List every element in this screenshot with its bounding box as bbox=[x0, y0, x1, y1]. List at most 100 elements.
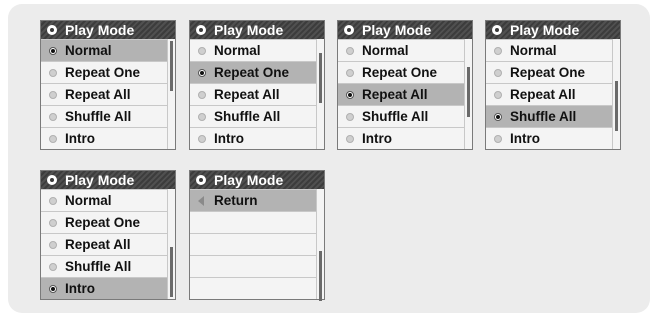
menu-item-normal[interactable]: Normal bbox=[486, 39, 612, 61]
menu-item-intro[interactable]: Intro bbox=[41, 277, 167, 299]
radio-icon bbox=[346, 47, 354, 55]
play-mode-menu-repeat-all: Play Mode Normal Repeat One Repeat All S… bbox=[337, 20, 473, 150]
back-arrow-icon bbox=[198, 196, 204, 206]
menu-item-shuffle-all[interactable]: Shuffle All bbox=[486, 105, 612, 127]
menu-item-shuffle-all[interactable]: Shuffle All bbox=[41, 105, 167, 127]
menu-item-repeat-all[interactable]: Repeat All bbox=[486, 83, 612, 105]
menu-item-repeat-all[interactable]: Repeat All bbox=[41, 233, 167, 255]
radio-icon bbox=[494, 69, 502, 77]
menu-item-normal[interactable]: Normal bbox=[41, 189, 167, 211]
radio-icon bbox=[49, 241, 57, 249]
menu-header: Play Mode bbox=[190, 21, 324, 39]
menu-item-label: Repeat One bbox=[510, 65, 586, 80]
menu-item-label: Shuffle All bbox=[362, 109, 429, 124]
menu-item-label: Intro bbox=[362, 131, 392, 146]
radio-selected-icon bbox=[494, 113, 502, 121]
settings-icon bbox=[47, 25, 57, 35]
menu-item-label: Shuffle All bbox=[65, 109, 132, 124]
menu-title: Play Mode bbox=[214, 172, 284, 188]
radio-icon bbox=[346, 135, 354, 143]
radio-icon bbox=[198, 113, 206, 121]
play-mode-menu-normal: Play Mode Normal Repeat One Repeat All S… bbox=[40, 20, 176, 150]
scrollbar-thumb[interactable] bbox=[319, 251, 322, 301]
radio-icon bbox=[198, 135, 206, 143]
menu-title: Play Mode bbox=[362, 22, 432, 38]
menu-item-label: Normal bbox=[65, 193, 112, 208]
scrollbar[interactable] bbox=[167, 189, 175, 299]
menu-item-repeat-one[interactable]: Repeat One bbox=[41, 211, 167, 233]
menu-title: Play Mode bbox=[510, 22, 580, 38]
menu-item-repeat-one[interactable]: Repeat One bbox=[338, 61, 464, 83]
radio-selected-icon bbox=[49, 47, 57, 55]
menu-item-normal[interactable]: Normal bbox=[41, 39, 167, 61]
radio-icon bbox=[49, 113, 57, 121]
menu-item-repeat-one[interactable]: Repeat One bbox=[41, 61, 167, 83]
empty-row bbox=[190, 277, 316, 299]
scrollbar-thumb[interactable] bbox=[170, 247, 173, 297]
scrollbar[interactable] bbox=[316, 189, 324, 301]
settings-icon bbox=[344, 25, 354, 35]
play-mode-menu-repeat-one: Play Mode Normal Repeat One Repeat All S… bbox=[189, 20, 325, 150]
radio-icon bbox=[494, 135, 502, 143]
scrollbar[interactable] bbox=[316, 39, 324, 149]
menu-item-repeat-all[interactable]: Repeat All bbox=[41, 83, 167, 105]
menu-item-label: Repeat All bbox=[65, 237, 131, 252]
scrollbar-thumb[interactable] bbox=[615, 81, 618, 131]
menu-item-label: Repeat One bbox=[362, 65, 438, 80]
scrollbar-thumb[interactable] bbox=[319, 53, 322, 103]
radio-selected-icon bbox=[346, 91, 354, 99]
menu-item-label: Intro bbox=[65, 131, 95, 146]
menu-header: Play Mode bbox=[190, 171, 324, 189]
scrollbar-thumb[interactable] bbox=[467, 67, 470, 117]
radio-icon bbox=[49, 69, 57, 77]
menu-item-label: Repeat One bbox=[65, 65, 141, 80]
radio-selected-icon bbox=[49, 285, 57, 293]
menu-item-shuffle-all[interactable]: Shuffle All bbox=[338, 105, 464, 127]
menu-item-repeat-all[interactable]: Repeat All bbox=[190, 83, 316, 105]
radio-icon bbox=[346, 69, 354, 77]
menu-item-repeat-all[interactable]: Repeat All bbox=[338, 83, 464, 105]
menu-item-intro[interactable]: Intro bbox=[338, 127, 464, 149]
scrollbar-thumb[interactable] bbox=[170, 41, 173, 91]
menu-item-label: Normal bbox=[65, 43, 112, 58]
menu-item-label: Shuffle All bbox=[214, 109, 281, 124]
menu-item-repeat-one[interactable]: Repeat One bbox=[486, 61, 612, 83]
empty-row bbox=[190, 211, 316, 233]
empty-row bbox=[190, 233, 316, 255]
menu-header: Play Mode bbox=[338, 21, 472, 39]
menu-item-label: Repeat All bbox=[214, 87, 280, 102]
radio-icon bbox=[49, 197, 57, 205]
scrollbar[interactable] bbox=[167, 39, 175, 149]
play-mode-menu-intro: Play Mode Normal Repeat One Repeat All S… bbox=[40, 170, 176, 300]
scrollbar[interactable] bbox=[464, 39, 472, 149]
menu-item-normal[interactable]: Normal bbox=[338, 39, 464, 61]
radio-icon bbox=[198, 91, 206, 99]
settings-icon bbox=[196, 175, 206, 185]
menu-item-shuffle-all[interactable]: Shuffle All bbox=[41, 255, 167, 277]
menu-title: Play Mode bbox=[65, 22, 135, 38]
menu-item-label: Intro bbox=[510, 131, 540, 146]
menu-item-shuffle-all[interactable]: Shuffle All bbox=[190, 105, 316, 127]
menu-item-return[interactable]: Return bbox=[190, 189, 316, 211]
radio-icon bbox=[346, 113, 354, 121]
menu-item-label: Shuffle All bbox=[65, 259, 132, 274]
radio-icon bbox=[494, 91, 502, 99]
menu-item-normal[interactable]: Normal bbox=[190, 39, 316, 61]
menu-item-repeat-one[interactable]: Repeat One bbox=[190, 61, 316, 83]
menu-item-label: Repeat All bbox=[362, 87, 428, 102]
menu-item-label: Repeat All bbox=[65, 87, 131, 102]
menu-item-label: Shuffle All bbox=[510, 109, 577, 124]
menu-item-intro[interactable]: Intro bbox=[41, 127, 167, 149]
menu-title: Play Mode bbox=[65, 172, 135, 188]
menu-item-intro[interactable]: Intro bbox=[190, 127, 316, 149]
radio-icon bbox=[494, 47, 502, 55]
menu-header: Play Mode bbox=[486, 21, 620, 39]
menu-title: Play Mode bbox=[214, 22, 284, 38]
empty-row bbox=[190, 255, 316, 277]
menu-item-label: Intro bbox=[65, 281, 95, 296]
scrollbar[interactable] bbox=[612, 39, 620, 149]
settings-icon bbox=[47, 175, 57, 185]
settings-icon bbox=[492, 25, 502, 35]
menu-item-label: Normal bbox=[362, 43, 409, 58]
menu-item-intro[interactable]: Intro bbox=[486, 127, 612, 149]
